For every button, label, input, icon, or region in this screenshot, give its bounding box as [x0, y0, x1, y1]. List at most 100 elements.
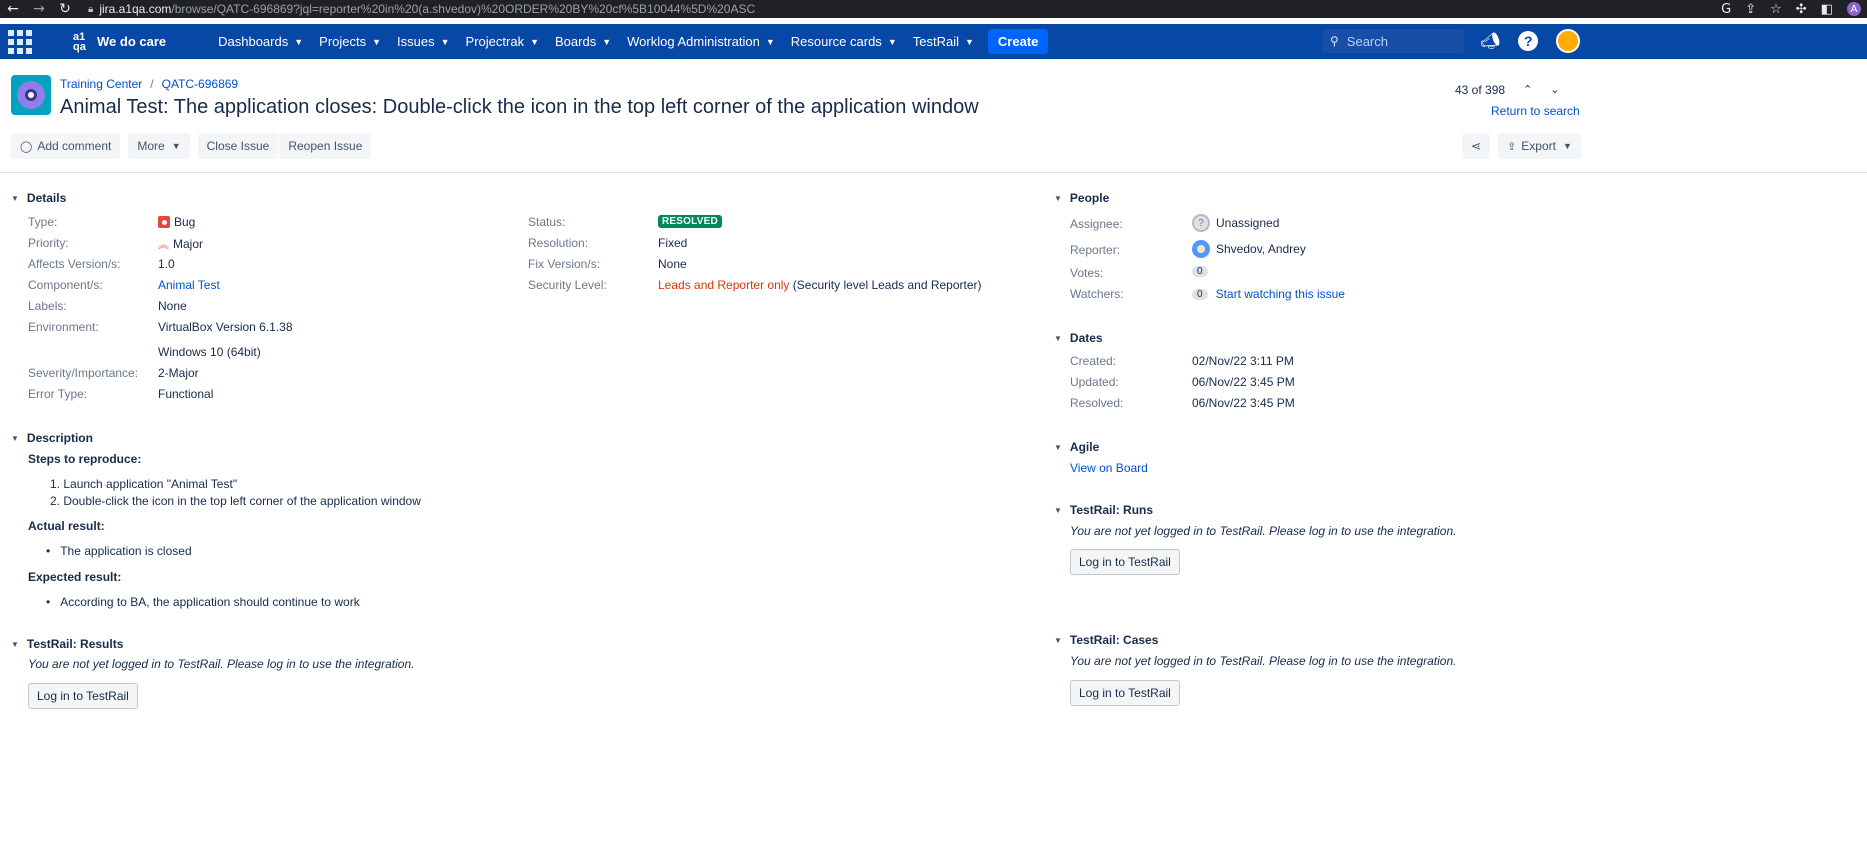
type-value: Bug: [158, 215, 195, 229]
labels-value: None: [158, 299, 187, 313]
menu-boards[interactable]: Boards ▼: [547, 29, 619, 54]
menu-worklog-administration[interactable]: Worklog Administration ▼: [619, 29, 783, 54]
affects-version-value: 1.0: [158, 257, 175, 271]
project-avatar[interactable]: [11, 75, 51, 115]
forward-icon[interactable]: →: [26, 1, 52, 17]
description-section-toggle[interactable]: ▼ Description: [11, 431, 93, 445]
status-value: RESOLVED: [658, 215, 722, 228]
chevron-down-icon: ▼: [530, 36, 539, 47]
breadcrumb-issue-key-link[interactable]: QATC-696869: [162, 77, 238, 91]
brand[interactable]: a1 qa We do care: [73, 30, 166, 53]
menu-resource-cards[interactable]: Resource cards ▼: [783, 29, 905, 54]
help-icon[interactable]: ?: [1518, 31, 1539, 51]
agile-section-toggle[interactable]: ▼ Agile: [1054, 440, 1099, 454]
app-switcher-icon[interactable]: [7, 29, 33, 55]
a1qa-logo: a1 qa: [73, 30, 86, 53]
testrail-results-login-button[interactable]: Log in to TestRail: [28, 683, 138, 709]
chevron-down-icon: ▼: [1054, 635, 1062, 645]
chevron-down-icon[interactable]: ⌄: [1550, 83, 1559, 97]
chevron-down-icon: ▼: [11, 639, 19, 649]
create-button[interactable]: Create: [987, 29, 1049, 54]
menu-dashboards[interactable]: Dashboards ▼: [210, 29, 311, 54]
section-title: TestRail: Runs: [1069, 503, 1154, 517]
testrail-runs-login-button[interactable]: Log in to TestRail: [1070, 549, 1180, 575]
section-title: Agile: [1069, 440, 1100, 454]
component-label: Component/s:: [28, 278, 103, 292]
share-page-icon[interactable]: ⇪: [1745, 2, 1756, 17]
watchers-badge[interactable]: 0: [1192, 288, 1208, 300]
section-title: TestRail: Results: [26, 637, 124, 651]
testrail-runs-section-toggle[interactable]: ▼ TestRail: Runs: [1054, 503, 1153, 517]
main-menu: Dashboards ▼ Projects ▼ Issues ▼ Projectrak…: [210, 29, 1049, 54]
reload-icon[interactable]: ↻: [52, 1, 78, 17]
chevron-down-icon: ▼: [11, 193, 19, 203]
share-icon: ⋖: [1471, 139, 1482, 153]
actual-result-title: Actual result:: [28, 519, 105, 533]
type-label: Type:: [28, 215, 58, 229]
extensions-icon[interactable]: ✣: [1796, 2, 1807, 17]
step-item: 1. Launch application "Animal Test": [50, 477, 238, 491]
testrail-cases-login-button[interactable]: Log in to TestRail: [1070, 680, 1180, 706]
chevron-up-icon[interactable]: ⌃: [1523, 83, 1532, 97]
section-title: People: [1069, 191, 1110, 205]
reporter-label: Reporter:: [1070, 243, 1121, 257]
add-comment-button[interactable]: ◯ Add comment: [11, 133, 121, 159]
chevron-down-icon: ▼: [294, 36, 304, 47]
top-navigation: a1 qa We do care Dashboards ▼ Projects ▼ Is…: [0, 24, 1867, 59]
menu-projects[interactable]: Projects ▼: [311, 29, 389, 54]
menu-label: Projectrak: [465, 34, 525, 49]
start-watching-link[interactable]: Start watching this issue: [1216, 287, 1345, 301]
assignee-value[interactable]: ? Unassigned: [1192, 214, 1279, 232]
menu-label: Worklog Administration: [627, 34, 760, 49]
testrail-cases-section-toggle[interactable]: ▼ TestRail: Cases: [1054, 633, 1158, 647]
menu-testrail[interactable]: TestRail ▼: [905, 29, 982, 54]
menu-label: Issues: [397, 34, 435, 49]
return-to-search-link[interactable]: Return to search: [1491, 104, 1580, 118]
step-item: 2. Double-click the icon in the top left…: [50, 494, 421, 508]
breadcrumb-separator: /: [150, 77, 154, 91]
chevron-down-icon: ▼: [765, 36, 775, 47]
chevron-down-icon: ▼: [1562, 141, 1572, 151]
more-button[interactable]: More ▼: [128, 133, 190, 159]
testrail-cases-note: You are not yet logged in to TestRail. P…: [1070, 654, 1457, 668]
view-on-board-link[interactable]: View on Board: [1070, 461, 1148, 475]
bug-icon: [158, 216, 170, 228]
security-level-label: Security Level:: [528, 278, 607, 292]
bookmark-star-icon[interactable]: ☆: [1770, 2, 1782, 17]
user-avatar[interactable]: [1556, 29, 1581, 53]
assignee-label: Assignee:: [1070, 217, 1123, 231]
reopen-issue-button[interactable]: Reopen Issue: [279, 133, 372, 159]
close-issue-button[interactable]: Close Issue: [197, 133, 279, 159]
share-button[interactable]: ⋖: [1462, 133, 1491, 159]
testrail-runs-note: You are not yet logged in to TestRail. P…: [1070, 524, 1457, 538]
announcements-icon[interactable]: 📣︎: [1480, 31, 1500, 51]
menu-projectrak[interactable]: Projectrak ▼: [458, 29, 547, 54]
component-link[interactable]: Animal Test: [158, 278, 220, 292]
issue-title[interactable]: Animal Test: The application closes: Dou…: [60, 96, 979, 119]
project-avatar-monster-icon: [17, 81, 45, 109]
error-type-label: Error Type:: [28, 387, 88, 401]
export-button[interactable]: ⇪ Export ▼: [1498, 133, 1581, 159]
actual-result-text: The application is closed: [60, 544, 192, 558]
breadcrumb-project-link[interactable]: Training Center: [60, 77, 142, 91]
side-panel-icon[interactable]: ◧: [1821, 2, 1833, 17]
votes-badge[interactable]: 0: [1192, 266, 1208, 277]
chevron-down-icon: ▼: [171, 141, 181, 151]
menu-issues[interactable]: Issues ▼: [389, 29, 458, 54]
security-level-text: Leads and Reporter only: [658, 278, 790, 292]
testrail-results-note: You are not yet logged in to TestRail. P…: [28, 657, 415, 671]
address-bar[interactable]: 🔒︎ jira.a1qa.com /browse/QATC-696869?jql…: [88, 0, 1648, 18]
reporter-avatar: [1192, 240, 1210, 258]
testrail-results-section-toggle[interactable]: ▼ TestRail: Results: [11, 637, 123, 651]
reporter-value[interactable]: Shvedov, Andrey: [1192, 240, 1306, 258]
google-icon[interactable]: G: [1721, 2, 1731, 17]
reporter-text: Shvedov, Andrey: [1216, 242, 1306, 256]
details-section-toggle[interactable]: ▼ Details: [11, 191, 66, 205]
browser-profile-avatar[interactable]: A: [1847, 2, 1861, 16]
dates-section-toggle[interactable]: ▼ Dates: [1054, 331, 1103, 345]
section-title: Description: [26, 431, 93, 445]
people-section-toggle[interactable]: ▼ People: [1054, 191, 1109, 205]
back-icon[interactable]: ←: [0, 1, 26, 17]
votes-label: Votes:: [1070, 266, 1104, 280]
search-input[interactable]: ⚲ Search: [1322, 29, 1464, 53]
